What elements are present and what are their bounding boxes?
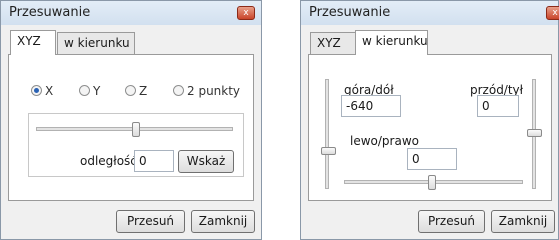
vertical-hslider-thumb[interactable] [428, 175, 436, 190]
title-bar: Przesuwanie x [301, 1, 559, 25]
front-back-vslider-thumb[interactable] [527, 129, 542, 137]
window-title: Przesuwanie [9, 5, 91, 20]
left-right-vslider-thumb[interactable] [321, 147, 336, 155]
radio-z-indicator [125, 85, 136, 96]
radio-y-label: Y [93, 84, 101, 98]
dialog-move-xyz: Przesuwanie x XYZ w kierunku X Y Z 2 pun… [0, 0, 262, 240]
close-button[interactable]: Zamknij [191, 210, 255, 233]
radio-x-label: X [45, 84, 54, 98]
radio-2-punkty[interactable]: 2 punkty [173, 84, 240, 98]
move-button[interactable]: Przesuń [116, 210, 185, 233]
tab-xyz[interactable]: XYZ [310, 32, 356, 54]
title-bar: Przesuwanie x [1, 1, 261, 25]
front-back-input[interactable]: 0 [477, 95, 519, 117]
radio-z[interactable]: Z [125, 84, 147, 98]
left-right-input[interactable]: 0 [407, 148, 457, 170]
radio-z-label: Z [139, 84, 148, 98]
radio-x[interactable]: X [31, 84, 53, 98]
window-title: Przesuwanie [309, 5, 391, 20]
close-icon[interactable]: x [546, 6, 559, 20]
move-button[interactable]: Przesuń [418, 210, 485, 233]
distance-label: odległość [80, 154, 137, 168]
distance-input[interactable]: 0 [134, 150, 174, 172]
tab-w-kierunku[interactable]: w kierunku [57, 32, 135, 54]
tab-xyz[interactable]: XYZ [10, 30, 56, 55]
up-down-input[interactable]: -640 [341, 95, 401, 117]
tab-w-kierunku[interactable]: w kierunku [355, 30, 428, 55]
distance-slider-thumb[interactable] [132, 122, 140, 137]
radio-2-punkty-indicator [173, 85, 184, 96]
left-right-label: lewo/prawo [350, 134, 419, 148]
left-right-vslider-track[interactable] [325, 79, 329, 189]
radio-2-punkty-label: 2 punkty [187, 84, 241, 98]
point-button[interactable]: Wskaż [178, 150, 234, 173]
radio-y-indicator [79, 85, 90, 96]
radio-x-indicator [31, 85, 42, 96]
radio-y[interactable]: Y [79, 84, 100, 98]
dialog-move-direction: Przesuwanie x XYZ w kierunku góra/dół -6… [300, 0, 559, 240]
close-icon[interactable]: x [237, 6, 255, 20]
close-button[interactable]: Zamknij [491, 210, 555, 233]
